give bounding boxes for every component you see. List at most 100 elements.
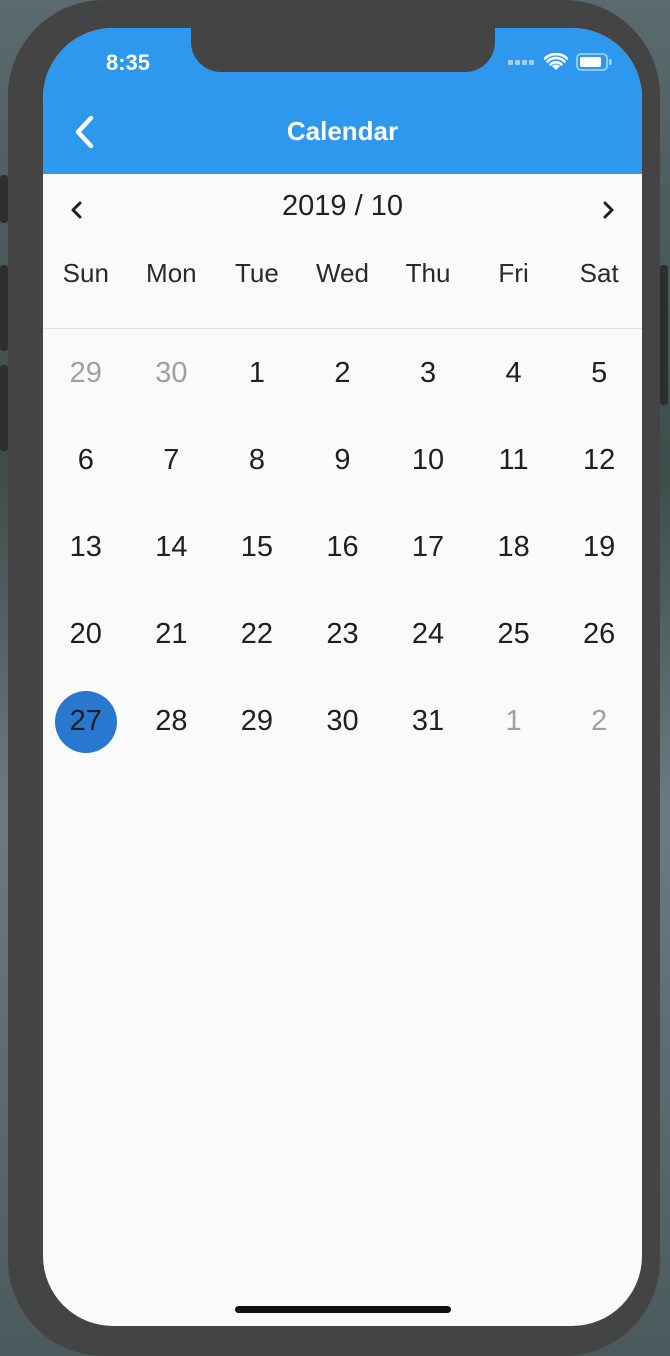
day-cell[interactable]: 15 [214, 504, 300, 591]
day-cell[interactable]: 28 [129, 678, 215, 765]
weekday-label: Sun [62, 258, 109, 288]
day-number: 1 [248, 357, 265, 389]
day-number: 11 [498, 444, 529, 476]
day-cell[interactable]: 8 [214, 417, 300, 504]
outside-month-day-cell[interactable]: 29 [43, 330, 129, 417]
day-number: 27 [69, 705, 102, 737]
day-number: 6 [77, 444, 94, 476]
day-number: 10 [411, 444, 445, 476]
header-divider [43, 328, 642, 329]
weekday-label: Fri [498, 258, 529, 288]
outside-month-day-cell[interactable]: 2 [556, 678, 642, 765]
day-cell[interactable]: 2 [300, 330, 386, 417]
day-number: 14 [155, 531, 188, 563]
calendar-week-row: 29 30 1 2 3 4 5 [43, 330, 642, 417]
phone-frame: 8:35 Calendar 2019 / 10 Sun Mon Tue Wed … [8, 0, 660, 1356]
calendar-week-row: 27 28 29 30 31 1 2 [43, 678, 642, 765]
home-indicator [235, 1306, 451, 1313]
day-cell[interactable]: 20 [43, 591, 129, 678]
month-navigation: 2019 / 10 [43, 174, 642, 244]
day-number: 3 [419, 357, 437, 389]
outside-month-day-cell[interactable]: 30 [129, 330, 215, 417]
day-cell[interactable]: 30 [300, 678, 386, 765]
ringer-switch [0, 175, 8, 223]
month-label: 2019 / 10 [282, 190, 403, 222]
wifi-icon [544, 53, 568, 70]
weekday-header: Sun Mon Tue Wed Thu Fri Sat [43, 258, 642, 298]
day-number: 16 [326, 531, 359, 563]
power-button [660, 265, 668, 405]
calendar-grid: 29 30 1 2 3 4 5 6 7 8 9 10 11 12 13 14 15 16 17 18 19 20 21 22 2… [43, 330, 642, 765]
day-number: 30 [326, 705, 359, 737]
day-number: 19 [583, 531, 616, 563]
weekday-label: Wed [315, 258, 369, 288]
battery-icon [576, 53, 612, 71]
day-number: 21 [155, 618, 188, 650]
screen: 8:35 Calendar 2019 / 10 Sun Mon Tue Wed … [43, 28, 642, 1326]
day-cell[interactable]: 12 [556, 417, 642, 504]
calendar-week-row: 6 7 8 9 10 11 12 [43, 417, 642, 504]
day-number: 17 [411, 531, 445, 563]
day-cell[interactable]: 9 [300, 417, 386, 504]
day-number: 1 [505, 705, 522, 737]
weekday-label: Sat [579, 258, 619, 288]
weekday-label: Thu [405, 258, 451, 288]
page-title: Calendar [286, 116, 399, 146]
day-cell[interactable]: 25 [471, 591, 557, 678]
day-number: 29 [240, 705, 274, 737]
volume-down-button [0, 365, 8, 451]
day-cell[interactable]: 31 [385, 678, 471, 765]
outside-month-day-cell[interactable]: 1 [471, 678, 557, 765]
cellular-signal-icon [508, 60, 534, 65]
day-number: 12 [583, 444, 616, 476]
day-number: 25 [497, 618, 530, 650]
day-number: 30 [155, 357, 188, 389]
day-number: 26 [583, 618, 616, 650]
day-cell[interactable]: 6 [43, 417, 129, 504]
day-number: 4 [505, 357, 522, 389]
notch [191, 28, 495, 72]
day-number: 7 [163, 444, 180, 476]
volume-up-button [0, 265, 8, 351]
selected-day-cell[interactable]: 27 [43, 678, 129, 765]
day-cell[interactable]: 22 [214, 591, 300, 678]
calendar-week-row: 13 14 15 16 17 18 19 [43, 504, 642, 591]
app-bar: 8:35 Calendar [43, 28, 642, 174]
day-cell[interactable]: 21 [129, 591, 215, 678]
day-cell[interactable]: 14 [129, 504, 215, 591]
weekday-label: Tue [234, 258, 279, 288]
day-cell[interactable]: 29 [214, 678, 300, 765]
day-cell[interactable]: 19 [556, 504, 642, 591]
day-cell[interactable]: 13 [43, 504, 129, 591]
day-cell[interactable]: 11 [471, 417, 557, 504]
status-time: 8:35 [105, 50, 151, 75]
day-number: 18 [497, 531, 530, 563]
chevron-right-icon [603, 201, 614, 219]
day-cell[interactable]: 17 [385, 504, 471, 591]
day-cell[interactable]: 3 [385, 330, 471, 417]
status-icons [508, 52, 612, 72]
day-number: 15 [240, 531, 274, 563]
day-number: 23 [326, 618, 359, 650]
day-cell[interactable]: 23 [300, 591, 386, 678]
day-number: 2 [591, 705, 608, 737]
day-number: 9 [334, 444, 351, 476]
day-cell[interactable]: 26 [556, 591, 642, 678]
day-cell[interactable]: 5 [556, 330, 642, 417]
day-number: 5 [591, 357, 608, 389]
day-cell[interactable]: 4 [471, 330, 557, 417]
day-number: 8 [248, 444, 265, 476]
day-cell[interactable]: 16 [300, 504, 386, 591]
day-cell[interactable]: 7 [129, 417, 215, 504]
day-cell[interactable]: 18 [471, 504, 557, 591]
day-number: 22 [240, 618, 274, 650]
day-number: 20 [69, 618, 102, 650]
day-cell[interactable]: 1 [214, 330, 300, 417]
day-cell[interactable]: 24 [385, 591, 471, 678]
next-month-button[interactable] [594, 196, 622, 224]
weekday-label: Mon [146, 258, 197, 288]
day-number: 31 [411, 705, 445, 737]
day-number: 28 [155, 705, 188, 737]
day-number: 24 [411, 618, 445, 650]
day-cell[interactable]: 10 [385, 417, 471, 504]
